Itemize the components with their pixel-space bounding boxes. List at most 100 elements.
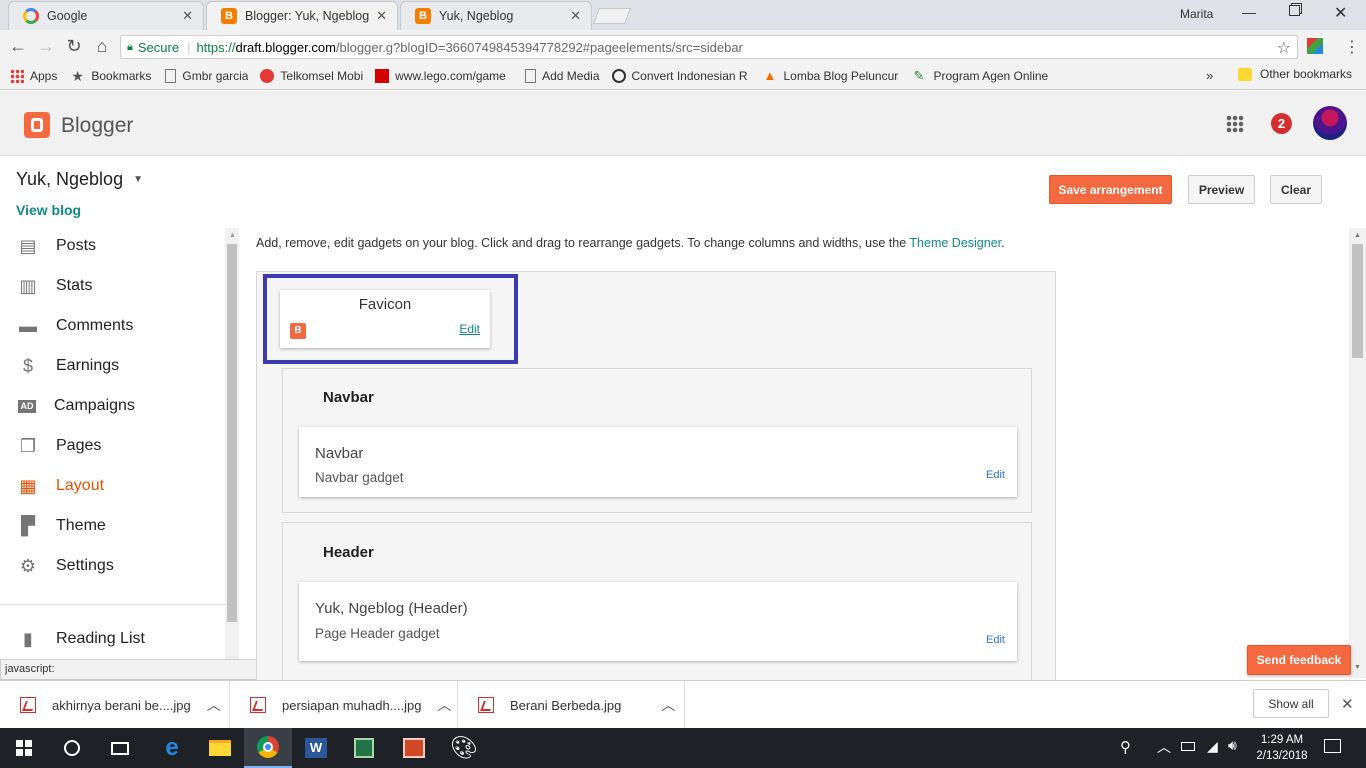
people-icon[interactable]: ⚲ — [1120, 738, 1131, 756]
close-download-bar-icon[interactable]: ✕ — [1341, 695, 1354, 713]
navbar-edit-link[interactable]: Edit — [986, 469, 1005, 481]
bookmark-lomba-blog[interactable]: ▲ Lomba Blog Peluncur — [764, 69, 904, 83]
gear-icon: ⚙ — [19, 556, 37, 576]
scrollbar-thumb[interactable] — [227, 244, 237, 622]
bookmark-apps[interactable]: Apps — [10, 68, 57, 83]
header-gadget[interactable]: Yuk, Ngeblog (Header) Page Header gadget… — [299, 582, 1017, 661]
chevron-up-icon[interactable]: ︿ — [661, 695, 675, 715]
blog-selector[interactable]: Yuk, Ngeblog ▼ — [16, 169, 143, 190]
back-arrow-icon[interactable]: ← — [8, 36, 28, 56]
close-icon[interactable]: ✕ — [376, 8, 387, 24]
sidebar-item-comments[interactable]: ▬ Comments — [0, 306, 225, 346]
sidebar-item-label: Earnings — [56, 357, 120, 374]
bookmark-program-agen[interactable]: ✎ Program Agen Online — [914, 69, 1052, 83]
edge-icon[interactable]: e — [148, 728, 196, 768]
windows-start-icon[interactable] — [0, 728, 48, 768]
bookmark-convert-indonesian[interactable]: Convert Indonesian R — [611, 68, 752, 83]
sidebar-item-posts[interactable]: ▤ Posts — [0, 226, 225, 266]
paint-roller-icon: ▛ — [21, 516, 35, 536]
chevron-up-icon[interactable]: ︿ — [1157, 737, 1171, 757]
address-bar[interactable]: 🔒︎ Secure | https://draft.blogger.com/bl… — [120, 35, 1298, 59]
extension-icon[interactable] — [1307, 38, 1323, 54]
bookmark-bookmarks[interactable]: ★ Bookmarks — [71, 69, 151, 83]
close-icon[interactable]: ✕ — [182, 8, 193, 24]
navbar-gadget[interactable]: Navbar Navbar gadget Edit — [299, 427, 1017, 497]
home-icon[interactable]: ⌂ — [92, 36, 112, 56]
show-all-button[interactable]: Show all — [1253, 689, 1329, 718]
preview-button[interactable]: Preview — [1188, 175, 1255, 204]
star-icon[interactable]: ☆ — [1277, 38, 1291, 58]
window-close-icon[interactable]: ✕ — [1334, 3, 1347, 23]
send-feedback-button[interactable]: Send feedback — [1247, 645, 1351, 675]
apps-grid-icon[interactable] — [1226, 115, 1244, 133]
sidebar-item-layout[interactable]: ▦ Layout — [0, 466, 225, 506]
main-scrollbar[interactable]: ▲ ▼ — [1349, 228, 1366, 678]
menu-dots-icon[interactable]: ⋮ — [1344, 37, 1360, 57]
bookmark-gmbr-garcia[interactable]: Gmbr garcia — [165, 68, 248, 83]
word-icon[interactable]: W — [292, 728, 340, 768]
chevron-up-icon[interactable]: ︿ — [437, 695, 451, 715]
clock[interactable]: 1:29 AM 2/13/2018 — [1254, 732, 1310, 764]
bookmark-add-media[interactable]: Add Media — [525, 68, 600, 83]
profile-name[interactable]: Marita — [1180, 7, 1213, 21]
tab-blogger-layout[interactable]: B Blogger: Yuk, Ngeblog - l ✕ — [206, 1, 398, 30]
sidebar-item-label: Campaigns — [54, 397, 135, 414]
forward-arrow-icon[interactable]: → — [36, 36, 56, 56]
bookmark-label: Telkomsel Mobi — [280, 68, 364, 83]
download-filename: Berani Berbeda.jpg — [510, 697, 622, 713]
sidebar-item-theme[interactable]: ▛ Theme — [0, 506, 225, 546]
sidebar-item-label: Stats — [56, 277, 93, 294]
powerpoint-icon[interactable] — [390, 728, 438, 768]
new-tab-button[interactable] — [593, 8, 631, 24]
bookmarks-overflow-icon[interactable]: » — [1206, 68, 1213, 83]
sidebar-item-settings[interactable]: ⚙ Settings — [0, 546, 225, 586]
download-item[interactable]: persiapan muhadh....jpg ︿ — [230, 681, 458, 729]
tab-title: Yuk, Ngeblog — [439, 9, 514, 23]
clear-button[interactable]: Clear — [1270, 175, 1322, 204]
favicon-gadget[interactable]: Favicon B Edit — [280, 290, 490, 348]
notification-center-icon[interactable] — [1324, 739, 1341, 753]
task-view-icon[interactable] — [96, 728, 144, 768]
divider — [0, 604, 225, 605]
sidebar-item-campaigns[interactable]: AD Campaigns — [0, 386, 225, 426]
restore-icon[interactable] — [1289, 5, 1300, 16]
favicon-edit-link[interactable]: Edit — [459, 322, 480, 336]
file-explorer-icon[interactable] — [196, 728, 244, 768]
excel-icon[interactable] — [340, 728, 388, 768]
download-item[interactable]: akhirnya berani be....jpg ︿ — [0, 681, 230, 729]
blogger-logo-text[interactable]: Blogger — [61, 114, 133, 138]
close-icon[interactable]: ✕ — [570, 8, 581, 24]
reload-icon[interactable]: ↻ — [64, 36, 84, 56]
sidebar-item-stats[interactable]: ▥ Stats — [0, 266, 225, 306]
sidebar-item-pages[interactable]: ❐ Pages — [0, 426, 225, 466]
page-icon — [165, 68, 177, 83]
chrome-icon[interactable] — [244, 728, 292, 768]
bookmarks-bar: Apps ★ Bookmarks Gmbr garcia Telkomsel Mo… — [0, 62, 1366, 90]
sidebar-item-reading-list[interactable]: ▮ Reading List — [0, 619, 225, 659]
tab-yuk-ngeblog[interactable]: B Yuk, Ngeblog ✕ — [400, 1, 592, 30]
notification-badge[interactable]: 2 — [1271, 113, 1292, 134]
sidebar-scrollbar[interactable]: ▲ — [225, 228, 239, 678]
tab-google[interactable]: Google ✕ — [8, 1, 204, 30]
paint-icon[interactable]: 🎨︎ — [440, 728, 488, 768]
volume-icon[interactable]: 🔊︎ — [1228, 737, 1237, 754]
avatar[interactable] — [1313, 106, 1347, 140]
clock-time: 1:29 AM — [1260, 734, 1304, 746]
wifi-icon[interactable]: ◢ — [1207, 738, 1218, 755]
blogger-logo-icon[interactable] — [24, 112, 50, 138]
battery-icon[interactable] — [1181, 742, 1195, 751]
view-blog-link[interactable]: View blog — [16, 202, 81, 218]
header-edit-link[interactable]: Edit — [986, 634, 1005, 646]
bookmark-lego[interactable]: www.lego.com/game — [375, 68, 515, 83]
other-bookmarks[interactable]: Other bookmarks — [1238, 67, 1352, 81]
tab-title: Blogger: Yuk, Ngeblog - l — [245, 9, 371, 23]
download-item[interactable]: Berani Berbeda.jpg ︿ — [458, 681, 685, 729]
scrollbar-thumb[interactable] — [1352, 244, 1363, 358]
search-icon[interactable] — [48, 728, 96, 768]
bookmark-telkomsel[interactable]: Telkomsel Mobi — [260, 68, 364, 83]
save-arrangement-button[interactable]: Save arrangement — [1049, 175, 1172, 204]
theme-designer-link[interactable]: Theme Designer — [909, 236, 1001, 250]
chevron-up-icon[interactable]: ︿ — [207, 695, 221, 715]
sidebar-item-earnings[interactable]: $ Earnings — [0, 346, 225, 386]
minimize-icon[interactable]: — — [1242, 4, 1256, 20]
